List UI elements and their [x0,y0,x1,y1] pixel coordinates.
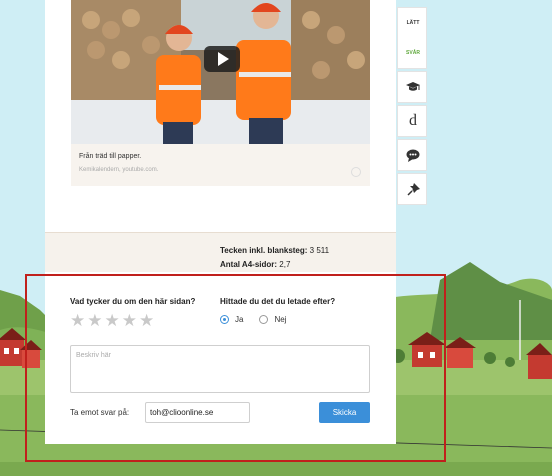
caption-title: Från träd till papper. [79,153,142,160]
easy-button[interactable]: LÄTT [398,8,428,38]
d-glyph-button[interactable]: d [398,106,428,136]
difficulty-toggle: LÄTT SVÅR [397,7,427,69]
radio-no-label: Nej [274,315,287,324]
tool-buttons [397,139,427,171]
star-icon[interactable]: ★ [122,312,137,329]
side-toolbar: LÄTT SVÅR d [397,7,427,207]
send-button[interactable]: Skicka [319,402,370,423]
hard-button[interactable]: SVÅR [398,38,428,68]
tool-buttons: d [397,105,427,137]
star-rating: ★ ★ ★ ★ ★ [70,312,154,329]
found-radio-group: Ja Nej [220,315,302,324]
play-icon [218,52,229,66]
feedback-textarea[interactable] [70,345,370,393]
graduation-cap-icon [406,82,420,91]
radio-yes[interactable]: Ja [220,315,243,324]
video-thumbnail [71,0,370,144]
page-count-value: 2,7 [279,260,291,269]
speech-bubble-icon [406,149,420,162]
radio-no[interactable]: Nej [259,315,286,324]
found-question: Hittade du det du letade efter? [220,297,336,306]
char-count-value: 3 511 [309,246,330,255]
reply-email-label: Ta emot svar på: [70,408,130,417]
radio-button[interactable] [259,315,269,324]
page-count-row: Antal A4-sidor: 2,7 [220,260,290,269]
star-icon[interactable]: ★ [87,312,102,329]
rating-question: Vad tycker du om den här sidan? [70,297,196,306]
d-glyph-icon: d [409,112,417,129]
char-count-label: Tecken inkl. blanksteg: [220,246,308,255]
speech-bubble-button[interactable] [398,140,428,170]
star-icon[interactable]: ★ [70,312,85,329]
graduation-cap-button[interactable] [398,72,428,102]
play-button[interactable] [204,46,240,72]
tool-buttons [397,173,427,205]
radio-yes-label: Ja [235,315,244,324]
video-caption: Från träd till papper. Kemikalendern, yo… [71,144,370,186]
video-player[interactable] [71,0,370,144]
star-icon[interactable]: ★ [105,312,120,329]
email-field[interactable] [145,402,250,423]
radio-button-selected[interactable] [220,315,229,324]
caption-info-icon[interactable] [351,167,361,177]
text-statistics: Tecken inkl. blanksteg: 3 511 Antal A4-s… [45,232,396,272]
tool-buttons [397,71,427,103]
article-card: Från träd till papper. Kemikalendern, yo… [45,0,396,444]
star-icon[interactable]: ★ [139,312,154,329]
pin-button[interactable] [398,174,428,204]
char-count-row: Tecken inkl. blanksteg: 3 511 [220,246,329,255]
caption-source: Kemikalendern, youtube.com. [79,167,159,173]
page-count-label: Antal A4-sidor: [220,260,278,269]
pin-icon [406,182,420,196]
